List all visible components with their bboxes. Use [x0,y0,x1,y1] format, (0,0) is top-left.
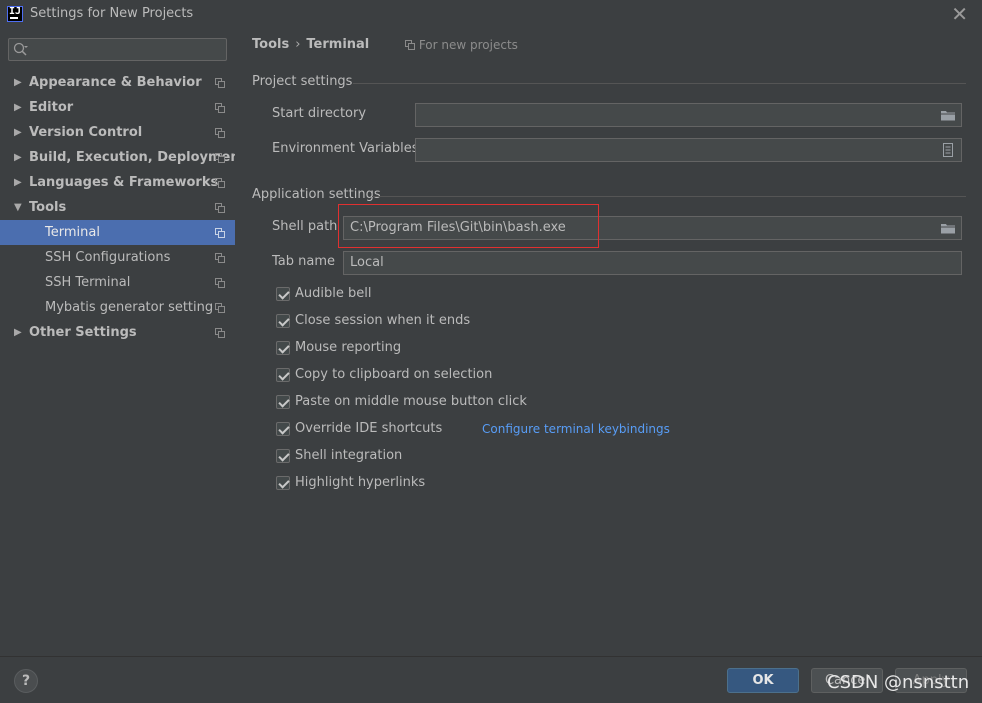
checkbox-label: Paste on middle mouse button click [295,394,527,409]
checkbox-checked[interactable] [276,395,290,409]
sidebar-item-editor[interactable]: ▶ Editor [0,95,235,120]
sidebar-item-other-settings[interactable]: ▶ Other Settings [0,320,235,345]
ok-button[interactable]: OK [727,668,799,693]
window-title: Settings for New Projects [30,6,194,21]
checkbox-label: Mouse reporting [295,340,402,355]
tab-name-value: Local [350,255,384,270]
application-settings-title: Application settings [252,187,381,202]
checkbox-label: Highlight hyperlinks [295,475,426,490]
sidebar-item-label: Build, Execution, Deployment [29,150,246,165]
sidebar-item-version-control[interactable]: ▶ Version Control [0,120,235,145]
project-copy-icon [215,228,225,238]
checkbox-label: Shell integration [295,448,403,463]
breadcrumb-terminal: Terminal [306,37,370,52]
sidebar-item-label: Other Settings [29,325,137,340]
project-copy-icon [215,178,225,188]
sidebar-item-appearance[interactable]: ▶ Appearance & Behavior [0,70,235,95]
project-copy-icon [405,40,415,50]
scope-indicator: For new projects [405,38,518,52]
breadcrumb-tools: Tools [252,37,290,52]
search-icon [13,42,28,56]
settings-sidebar: ▶ Appearance & Behavior ▶ Editor ▶ Versi… [0,30,246,656]
sidebar-item-build[interactable]: ▶ Build, Execution, Deployment [0,145,246,170]
sidebar-item-languages[interactable]: ▶ Languages & Frameworks [0,170,235,195]
sidebar-item-label: Terminal [45,225,100,240]
sidebar-item-tools[interactable]: ▼ Tools [0,195,235,220]
checkbox-checked[interactable] [276,287,290,301]
folder-icon[interactable] [940,108,956,122]
sidebar-item-label: Languages & Frameworks [29,175,219,190]
configure-keybindings-link[interactable]: Configure terminal keybindings [482,422,670,436]
checkbox-label: Audible bell [295,286,372,301]
start-directory-field[interactable] [415,103,962,127]
close-icon[interactable]: ✕ [951,2,968,26]
project-copy-icon [215,78,225,88]
sidebar-item-label: Tools [29,200,67,215]
sidebar-item-label: Mybatis generator setting [45,300,214,315]
project-copy-icon [215,203,225,213]
annotation-highlight-box [338,204,599,248]
breadcrumb: Tools › Terminal [252,37,369,52]
checkbox-label: Copy to clipboard on selection [295,367,493,382]
sidebar-item-label: SSH Configurations [45,250,171,265]
checkbox-checked[interactable] [276,449,290,463]
checkbox-override-shortcuts[interactable]: Override IDE shortcuts Configure termina… [276,421,676,439]
checkbox-checked[interactable] [276,476,290,490]
expand-arrow-icon: ▶ [14,127,22,138]
settings-search-input[interactable] [8,38,227,61]
checkbox-label: Close session when it ends [295,313,471,328]
expand-arrow-icon: ▶ [14,327,22,338]
project-copy-icon [215,153,225,163]
project-copy-icon [215,328,225,338]
checkbox-checked[interactable] [276,368,290,382]
section-divider [372,196,966,197]
scope-label: For new projects [418,38,518,52]
expand-arrow-icon: ▶ [14,152,22,163]
project-copy-icon [215,278,225,288]
expand-arrow-icon: ▶ [14,102,22,113]
tab-name-field[interactable]: Local [343,251,962,275]
sidebar-item-terminal[interactable]: Terminal [0,220,235,245]
settings-main-panel: Tools › Terminal For new projects Project … [235,30,982,656]
expand-arrow-icon: ▶ [14,77,22,88]
dialog-footer: ? OK Cancel Apply CSDN @nsnsttn [0,656,982,703]
watermark: CSDN @nsnsttn [827,672,970,693]
checkbox-checked[interactable] [276,422,290,436]
env-vars-field[interactable] [415,138,962,162]
project-copy-icon [215,253,225,263]
shell-path-label: Shell path [272,219,338,234]
collapse-arrow-icon: ▼ [14,202,22,213]
sidebar-item-label: Editor [29,100,74,115]
checkbox-label: Override IDE shortcuts [295,421,443,436]
sidebar-item-ssh-configurations[interactable]: SSH Configurations [0,245,235,270]
project-settings-title: Project settings [252,74,353,89]
project-copy-icon [215,128,225,138]
env-vars-label: Environment Variables [272,141,419,156]
sidebar-item-label: SSH Terminal [45,275,131,290]
project-copy-icon [215,103,225,113]
breadcrumb-separator: › [295,37,301,52]
checkbox-checked[interactable] [276,341,290,355]
sidebar-item-label: Appearance & Behavior [29,75,202,90]
project-copy-icon [215,303,225,313]
help-button[interactable]: ? [14,669,38,693]
checkbox-checked[interactable] [276,314,290,328]
sidebar-item-label: Version Control [29,125,143,140]
tab-name-label: Tab name [272,254,336,269]
expand-arrow-icon: ▶ [14,177,22,188]
folder-icon[interactable] [940,221,956,235]
sidebar-item-ssh-terminal[interactable]: SSH Terminal [0,270,235,295]
intellij-app-icon: IJ [7,6,23,22]
document-icon[interactable] [940,143,956,157]
section-divider [353,83,966,84]
start-directory-label: Start directory [272,106,367,121]
sidebar-item-mybatis[interactable]: Mybatis generator setting [0,295,235,320]
title-bar: IJ Settings for New Projects ✕ [0,0,982,30]
